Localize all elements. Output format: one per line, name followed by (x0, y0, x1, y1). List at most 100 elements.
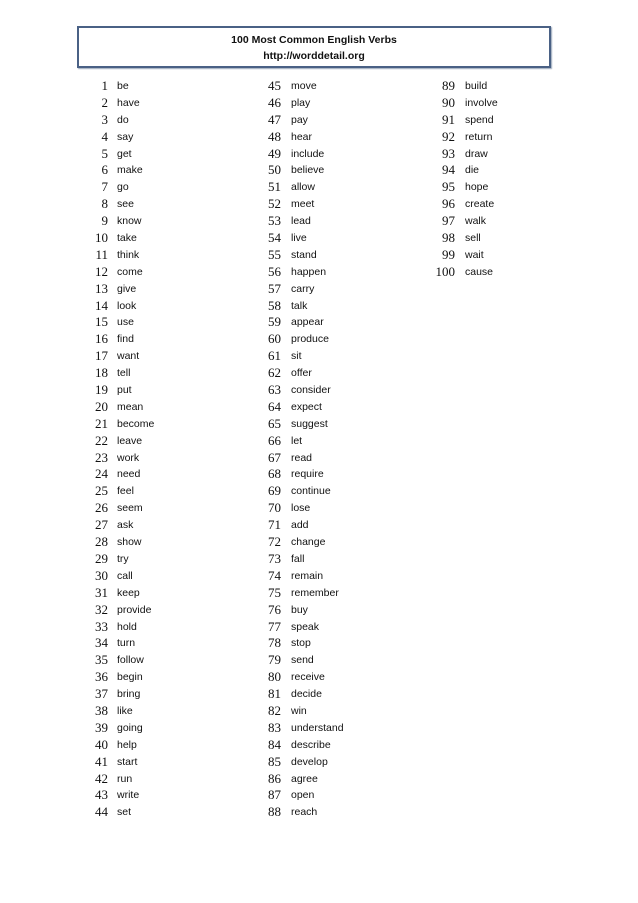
verb-word: start (117, 755, 138, 768)
verb-rank: 60 (268, 331, 281, 347)
verb-rank: 55 (268, 246, 281, 262)
verb-rank: 40 (95, 736, 108, 752)
verb-word: require (291, 468, 324, 481)
verb-rank: 25 (95, 483, 108, 499)
verb-rank: 75 (268, 584, 281, 600)
verb-word: want (117, 350, 140, 363)
verb-word: work (117, 451, 140, 464)
verb-word: let (291, 434, 303, 447)
verb-word: win (291, 704, 307, 717)
verb-word: decide (291, 688, 322, 701)
verb-rank: 64 (268, 398, 281, 414)
verb-rank: 11 (95, 246, 108, 262)
verb-word: agree (291, 772, 318, 785)
verb-word: provide (117, 603, 152, 616)
verb-word: allow (291, 181, 315, 194)
verb-rank: 19 (95, 382, 108, 398)
verb-word: seem (117, 502, 143, 515)
verb-word: change (291, 536, 326, 549)
verb-rank: 44 (95, 804, 108, 820)
verb-rank: 70 (268, 500, 281, 516)
verb-rank: 61 (268, 348, 281, 364)
verb-word: show (117, 536, 142, 549)
verb-word: hope (465, 181, 489, 194)
verb-word: produce (291, 333, 329, 346)
verb-rank: 58 (268, 297, 281, 313)
verb-word: stand (291, 248, 317, 261)
verb-word: play (291, 96, 311, 109)
verb-rank: 12 (95, 263, 108, 279)
verb-word: return (465, 130, 493, 143)
verb-rank: 71 (268, 517, 281, 533)
verb-rank: 92 (442, 128, 455, 144)
verb-word: use (117, 316, 134, 329)
verb-word: involve (465, 96, 498, 109)
verb-rank: 94 (442, 162, 455, 178)
verb-rank: 50 (268, 162, 281, 178)
verb-word: sell (465, 232, 481, 245)
verb-word: get (117, 147, 132, 160)
verb-rank: 13 (95, 280, 108, 296)
verb-rank: 96 (442, 196, 455, 212)
verb-word: help (117, 738, 137, 751)
verb-rank: 76 (268, 601, 281, 617)
verb-word: spend (465, 113, 494, 126)
verb-rank: 32 (95, 601, 108, 617)
verb-word: remain (291, 569, 324, 582)
verb-word: lose (291, 502, 311, 515)
verb-rank: 47 (268, 111, 281, 127)
verb-rank: 52 (268, 196, 281, 212)
verb-word: fall (291, 552, 305, 565)
verb-rank: 33 (95, 618, 108, 634)
verb-word: keep (117, 586, 140, 599)
verb-word: believe (291, 164, 325, 177)
title-box: 100 Most Common English Verbs http://wor… (77, 26, 551, 68)
verb-rank: 87 (268, 787, 281, 803)
verb-rank: 20 (95, 398, 108, 414)
verb-word: continue (291, 485, 331, 498)
verb-word: draw (465, 147, 488, 160)
verb-word: turn (117, 637, 136, 650)
verb-word: create (465, 198, 495, 211)
verb-word: do (117, 113, 129, 126)
verb-word: consider (291, 384, 331, 397)
verb-rank: 68 (268, 466, 281, 482)
verb-word: reach (291, 806, 318, 819)
verb-rank: 18 (95, 365, 108, 381)
verb-word: run (117, 772, 133, 785)
verb-word: meet (291, 198, 315, 211)
verb-word: sit (291, 350, 302, 363)
verb-word: feel (117, 485, 134, 498)
verb-rank: 2 (101, 94, 109, 110)
verb-rank: 90 (442, 94, 455, 110)
verb-word: live (291, 232, 307, 245)
verb-rank: 34 (95, 635, 108, 651)
verb-rank: 72 (268, 534, 281, 550)
document-title: 100 Most Common English Verbs (231, 34, 397, 46)
verb-rank: 59 (268, 314, 281, 330)
verb-rank: 56 (268, 263, 281, 279)
verb-rank: 77 (268, 618, 281, 634)
verb-rank: 16 (95, 331, 108, 347)
verb-word: remember (291, 586, 339, 599)
verb-word: find (117, 333, 134, 346)
verb-rank: 79 (268, 652, 281, 668)
verb-word: talk (291, 299, 308, 312)
verb-rank: 29 (95, 550, 108, 566)
verb-rank: 48 (268, 128, 281, 144)
verb-rank: 53 (268, 213, 281, 229)
verb-word: see (117, 198, 134, 211)
verb-word: die (465, 164, 480, 177)
verb-word: mean (117, 400, 144, 413)
verb-word: go (117, 181, 129, 194)
verb-rank: 54 (268, 230, 281, 246)
verb-word: happen (291, 265, 327, 278)
verb-rank: 6 (101, 162, 109, 178)
verb-word: suggest (291, 417, 328, 430)
verb-word: buy (291, 603, 308, 616)
verb-word: need (117, 468, 141, 481)
verb-rank: 93 (442, 145, 455, 161)
verb-rank: 91 (442, 111, 455, 127)
verb-rank: 21 (95, 415, 108, 431)
verb-rank: 67 (268, 449, 281, 465)
